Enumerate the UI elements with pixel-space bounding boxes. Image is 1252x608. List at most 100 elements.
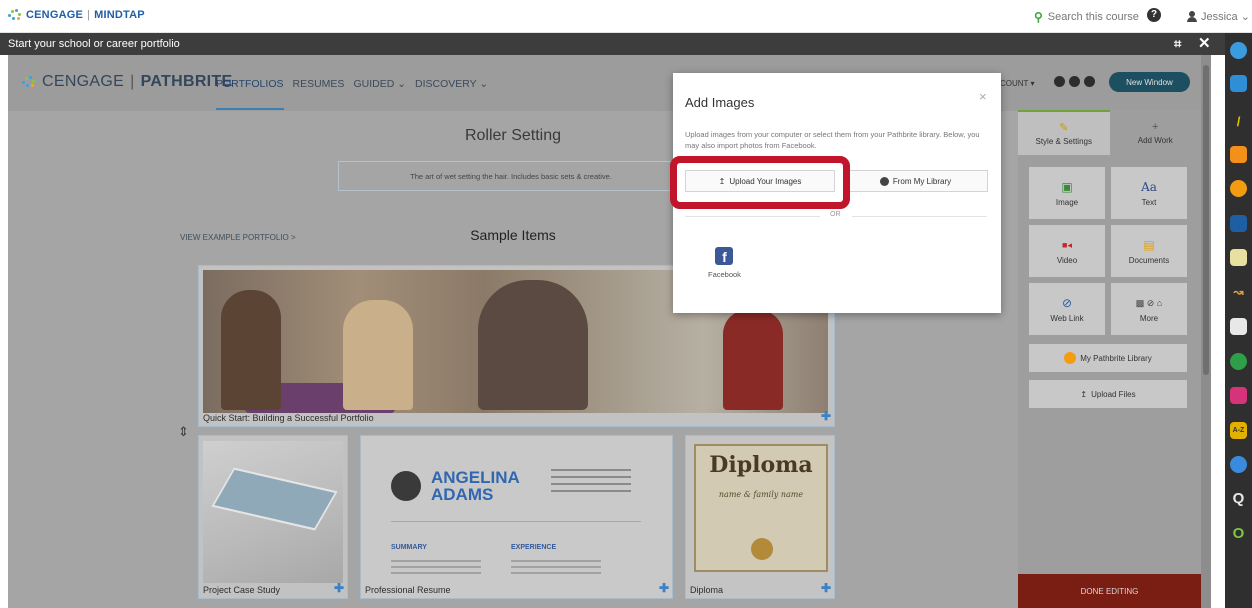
user-name: Jessica ⌄	[1201, 11, 1250, 23]
resume-avatar	[391, 471, 421, 501]
facebook-import-button[interactable]: f Facebook	[708, 247, 741, 279]
search-icon: ⚲	[1034, 10, 1043, 24]
portfolio-description[interactable]: The art of wet setting the hair. Include…	[338, 161, 684, 191]
search-label: Search this course	[1047, 11, 1139, 23]
message-icon[interactable]	[1230, 318, 1247, 335]
rss-icon[interactable]	[1230, 146, 1247, 163]
upload-files-label: Upload Files	[1091, 389, 1136, 399]
move-icon[interactable]: ✚	[821, 409, 831, 423]
nav-portfolios[interactable]: PORTFOLIOS	[216, 78, 284, 110]
add-text-tile[interactable]: Aa Text	[1111, 167, 1187, 219]
more-tile[interactable]: ▩ ⊘ ⌂ More	[1111, 283, 1187, 335]
new-window-label: New Window	[1126, 77, 1173, 87]
progress-icon[interactable]	[1230, 456, 1247, 473]
help-icon[interactable]: ?	[1147, 8, 1161, 22]
resume-contact-info	[551, 464, 631, 497]
video-icon: ■◂	[1062, 239, 1072, 250]
upload-files-button[interactable]: ↥ Upload Files	[1029, 380, 1187, 408]
briefcase-icon[interactable]	[1230, 75, 1247, 92]
user-menu[interactable]: Jessica ⌄	[1187, 10, 1250, 23]
scrollbar-thumb[interactable]	[1203, 65, 1209, 375]
move-icon[interactable]: ✚	[334, 581, 344, 595]
document-icon: ▤	[1143, 237, 1155, 252]
presentation-icon[interactable]	[1230, 387, 1247, 404]
tile-label: Text	[1141, 197, 1157, 207]
pathbrite-icon[interactable]	[1230, 180, 1247, 197]
add-video-tile[interactable]: ■◂ Video	[1029, 225, 1105, 277]
section-title[interactable]: Sample Items	[448, 227, 578, 243]
new-window-button[interactable]: New Window	[1109, 72, 1190, 92]
nav-guided[interactable]: GUIDED ⌄	[353, 78, 406, 90]
pathbrite-logo[interactable]: CENGAGE | PATHBRITE	[22, 73, 232, 91]
activity-titlebar: Start your school or career portfolio ⌗ …	[0, 33, 1225, 55]
nav-discovery[interactable]: DISCOVERY ⌄	[415, 78, 488, 90]
nav-resumes[interactable]: RESUMES	[293, 78, 345, 90]
settings-icon[interactable]	[1054, 76, 1065, 87]
view-example-portfolio-link[interactable]: VIEW EXAMPLE PORTFOLIO >	[180, 233, 296, 242]
expand-icon[interactable]: ⌗	[1174, 36, 1181, 52]
frame-scrollbar[interactable]	[1201, 55, 1211, 608]
activity-title: Start your school or career portfolio	[8, 38, 180, 50]
highlighter-icon[interactable]: /	[1230, 113, 1247, 130]
add-documents-tile[interactable]: ▤ Documents	[1111, 225, 1187, 277]
or-divider: OR	[685, 211, 987, 221]
text-icon: Aa	[1141, 179, 1157, 194]
item-caption: Professional Resume	[365, 585, 451, 595]
close-icon[interactable]: ✕	[1198, 34, 1211, 52]
diploma-seal-icon	[751, 538, 773, 560]
tab-add-label: Add Work	[1137, 135, 1173, 145]
dialog-description: Upload images from your computer or sele…	[685, 130, 980, 150]
tab-add-work[interactable]: + Add Work	[1110, 110, 1202, 155]
or-label: OR	[830, 211, 841, 218]
notes-icon[interactable]	[1230, 249, 1247, 266]
add-image-tile[interactable]: ▣ Image	[1029, 167, 1105, 219]
add-web-link-tile[interactable]: ⊘ Web Link	[1029, 283, 1105, 335]
logo-separator: |	[87, 9, 91, 21]
upload-highlight-box	[670, 156, 850, 209]
tile-label: Video	[1056, 255, 1078, 265]
move-icon[interactable]: ✚	[821, 581, 831, 595]
search-course-link[interactable]: ⚲ Search this course	[1034, 10, 1139, 24]
quiz-icon[interactable]: Q	[1230, 490, 1247, 507]
flashcard-icon[interactable]: ↝	[1230, 283, 1247, 300]
logo-cengage-text: CENGAGE	[26, 9, 84, 21]
tab-style-label: Style & Settings	[1035, 137, 1092, 146]
from-my-library-button[interactable]: From My Library	[843, 170, 988, 192]
pathbrite-library-button[interactable]: My Pathbrite Library	[1029, 344, 1187, 372]
cengage-mindtap-logo[interactable]: CENGAGE | MINDTAP	[8, 9, 145, 21]
close-icon[interactable]: ×	[979, 89, 987, 104]
cengage-app-icon[interactable]	[1230, 42, 1247, 59]
tab-style-settings[interactable]: ✎ Style & Settings	[1018, 110, 1110, 155]
cengage-logo-icon	[8, 9, 22, 21]
done-editing-button[interactable]: DONE EDITING	[1018, 574, 1201, 608]
resume-experience-heading: EXPERIENCE	[511, 544, 557, 551]
glossary-icon[interactable]: A-Z	[1230, 422, 1247, 439]
move-icon[interactable]: ✚	[659, 581, 669, 595]
studyhub-icon[interactable]	[1230, 353, 1247, 370]
resume-name: ANGELINA ADAMS	[431, 469, 520, 503]
pathbrite-nav-links: PORTFOLIOS RESUMES GUIDED ⌄ DISCOVERY ⌄	[216, 78, 488, 110]
brush-icon: ✎	[1059, 122, 1069, 134]
portfolio-title[interactable]: Roller Setting	[438, 127, 588, 145]
book-icon[interactable]	[1230, 215, 1247, 232]
link-icon: ⊘	[1061, 295, 1073, 310]
portfolio-item-diploma[interactable]: Diploma name & family name Diploma ✚	[685, 435, 835, 599]
portfolio-item-professional-resume[interactable]: ANGELINA ADAMS SUMMARY EXPERIENCE Profes…	[360, 435, 673, 599]
item-caption: Diploma	[690, 585, 724, 595]
library-icon	[879, 176, 889, 186]
notifications-icon[interactable]	[1069, 76, 1080, 87]
editor-panel: ✎ Style & Settings + Add Work ▣ Image Aa…	[1018, 110, 1201, 608]
account-menu[interactable]: COUNT ▾	[1000, 79, 1035, 88]
diploma-heading: Diploma	[709, 452, 813, 478]
item-caption: Project Case Study	[203, 585, 281, 595]
logo-mindtap-text: MINDTAP	[94, 9, 145, 21]
pathbrite-library-icon	[1064, 352, 1077, 364]
more-icon: ▩ ⊘ ⌂	[1135, 297, 1163, 308]
help-circle-icon[interactable]	[1084, 76, 1095, 87]
onedrive-icon[interactable]: O	[1230, 525, 1247, 542]
pathbrite-logo-separator: |	[130, 73, 135, 90]
facebook-label: Facebook	[708, 270, 741, 279]
portfolio-item-project-case-study[interactable]: Project Case Study ✚	[198, 435, 348, 599]
drag-handle-icon[interactable]: ⇕	[178, 424, 189, 440]
project-case-study-image	[203, 441, 343, 583]
